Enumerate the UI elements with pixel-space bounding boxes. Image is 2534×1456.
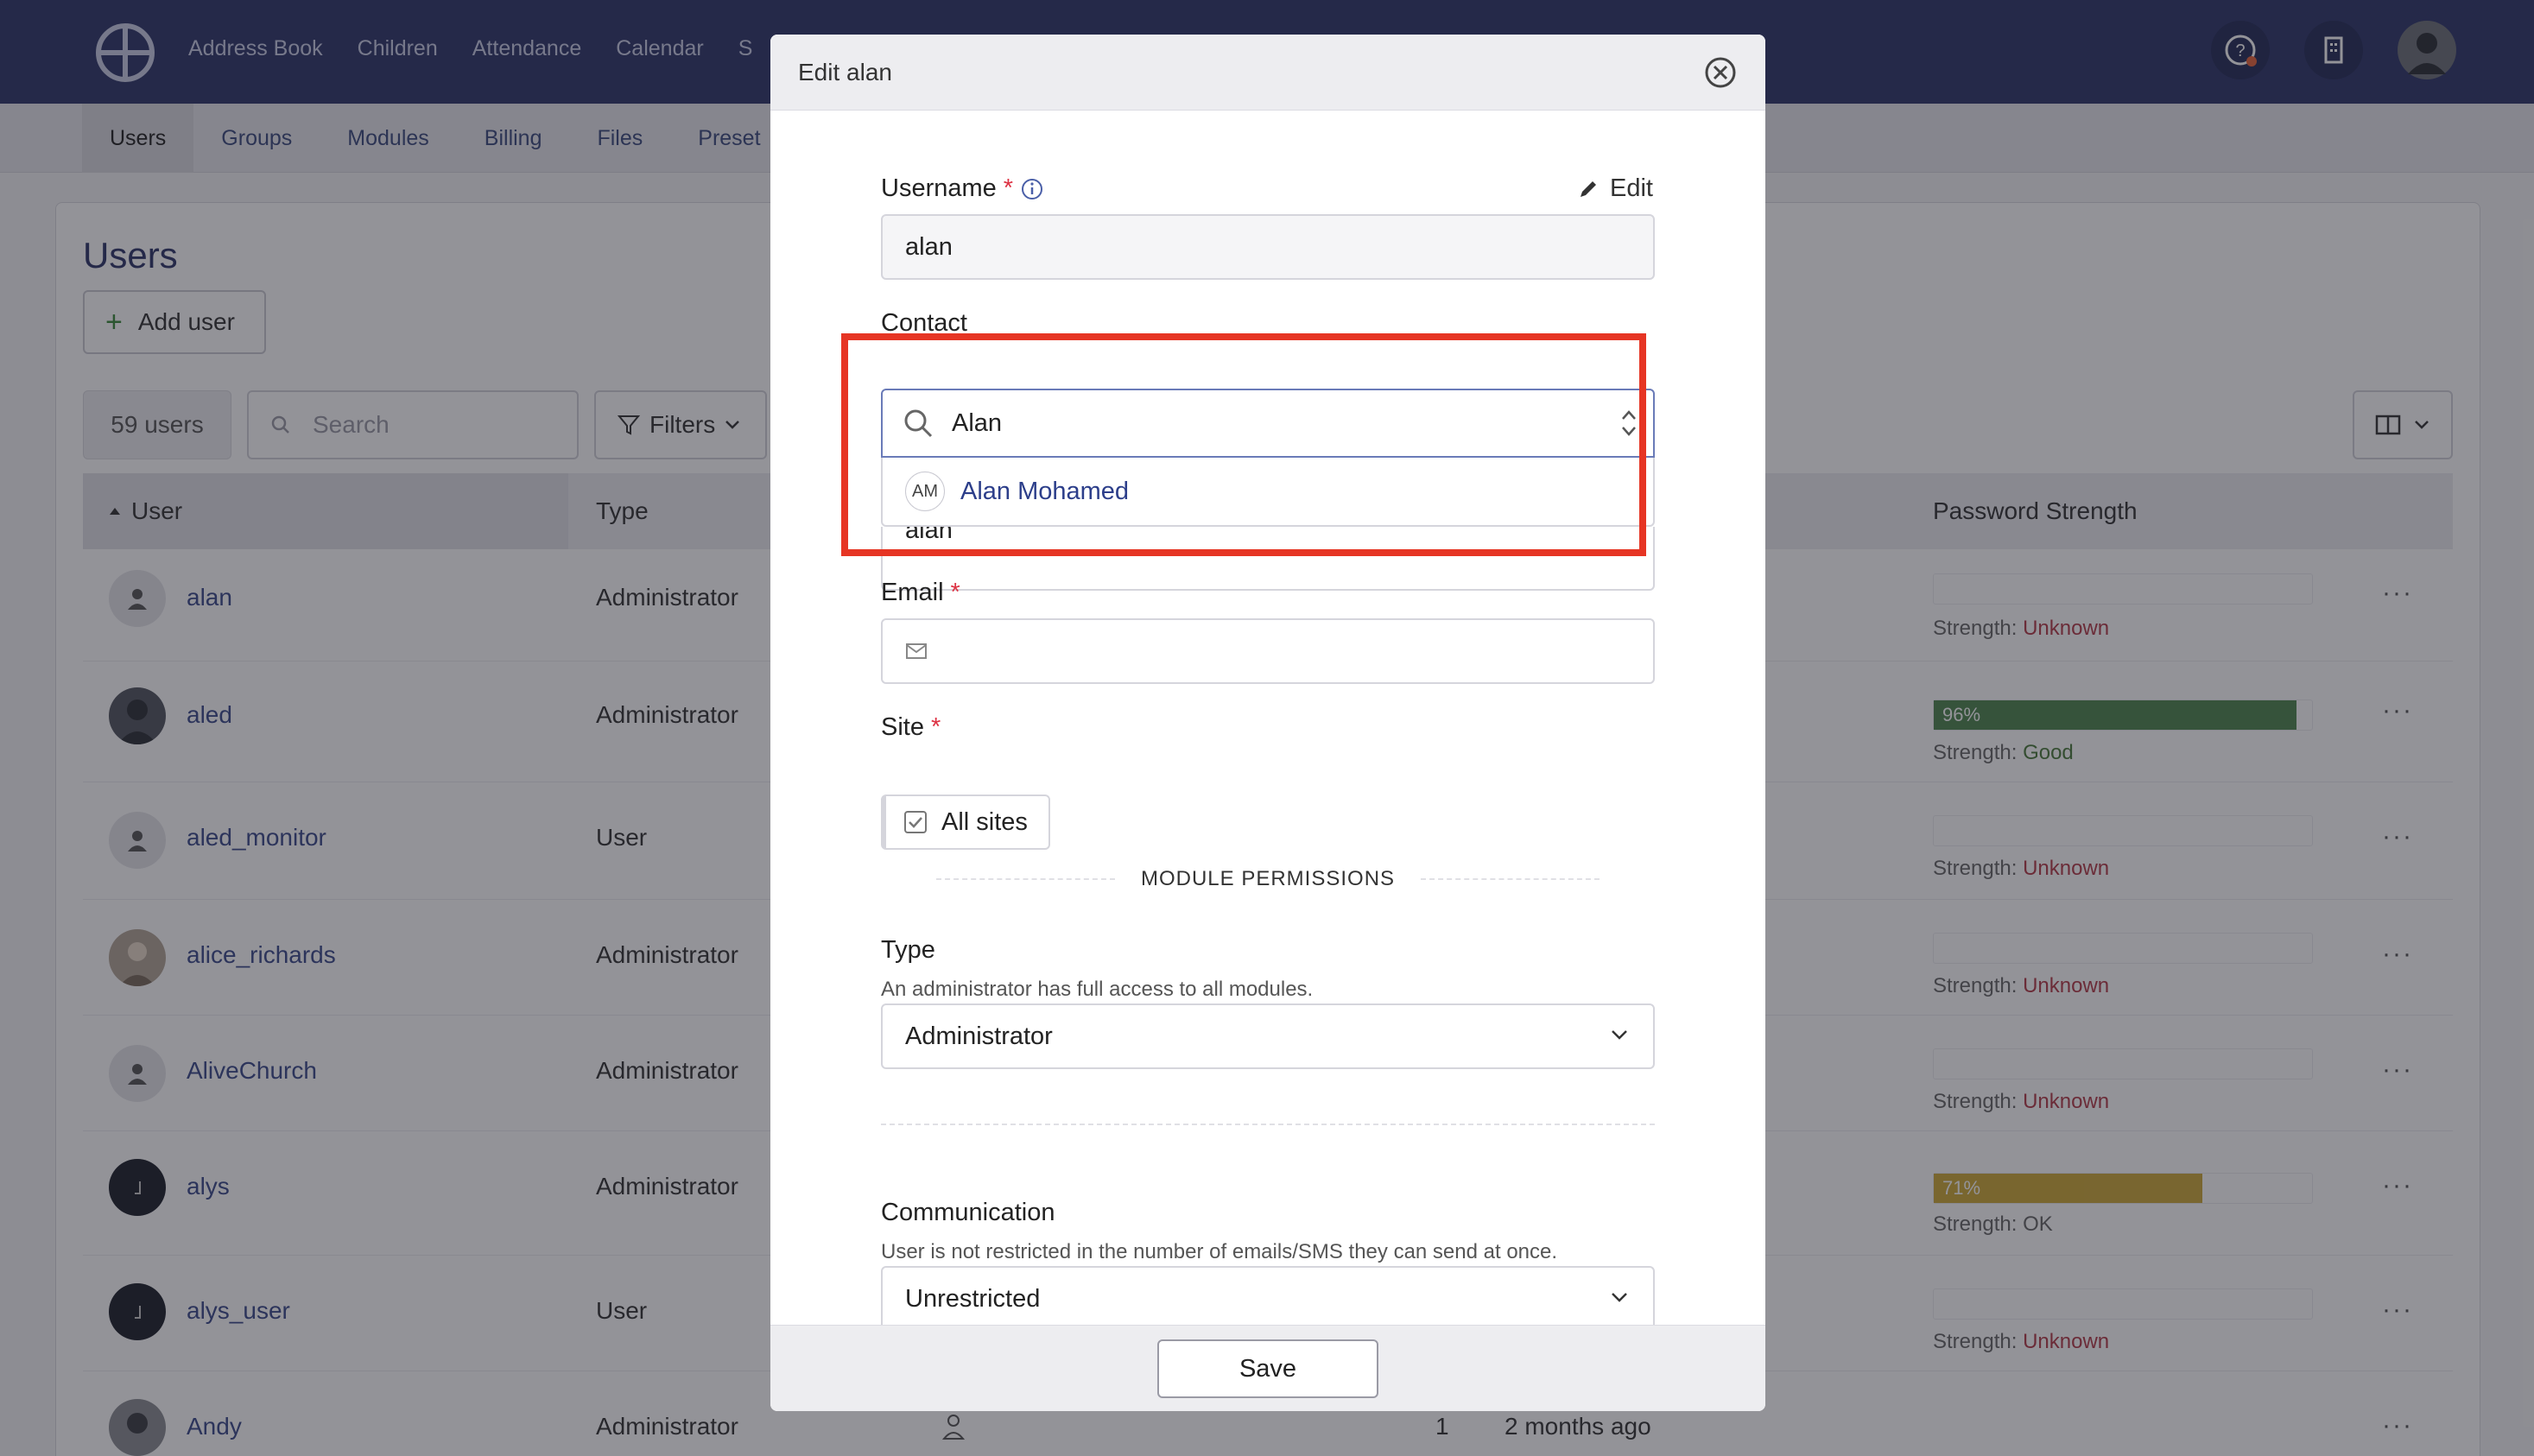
username-label: Username *	[881, 174, 1044, 203]
pencil-icon	[1581, 180, 1596, 197]
communication-label: Communication	[881, 1199, 1055, 1226]
edit-user-modal: Edit alan Username * Edit alan Contact A…	[770, 35, 1765, 1411]
info-icon[interactable]	[1020, 177, 1044, 201]
module-permissions-divider: MODULE PERMISSIONS	[936, 862, 1600, 896]
site-label: Site *	[881, 713, 941, 741]
highlight-annotation	[841, 333, 1646, 556]
email-label: Email *	[881, 579, 960, 606]
modal-header: Edit alan	[770, 35, 1765, 111]
modal-body: Username * Edit alan Contact Alan AM Ala…	[770, 111, 1765, 1358]
email-field[interactable]	[881, 618, 1655, 684]
edit-username-button[interactable]: Edit	[1577, 174, 1653, 203]
type-label: Type	[881, 936, 935, 964]
all-sites-checkbox[interactable]: All sites	[881, 794, 1050, 850]
communication-help-text: User is not restricted in the number of …	[881, 1240, 1558, 1263]
close-icon[interactable]	[1703, 55, 1738, 90]
checkbox-checked-icon	[904, 811, 927, 833]
type-select[interactable]: Administrator	[881, 1003, 1655, 1069]
save-button[interactable]: Save	[1157, 1339, 1378, 1398]
section-divider	[881, 1124, 1655, 1125]
envelope-icon	[906, 643, 927, 659]
communication-select[interactable]: Unrestricted	[881, 1266, 1655, 1332]
type-help-text: An administrator has full access to all …	[881, 978, 1314, 1001]
chevron-down-icon	[1612, 1293, 1627, 1302]
chevron-down-icon	[1612, 1030, 1627, 1040]
modal-footer: Save	[770, 1325, 1765, 1411]
modal-title: Edit alan	[798, 59, 892, 85]
username-field: alan	[881, 214, 1655, 280]
